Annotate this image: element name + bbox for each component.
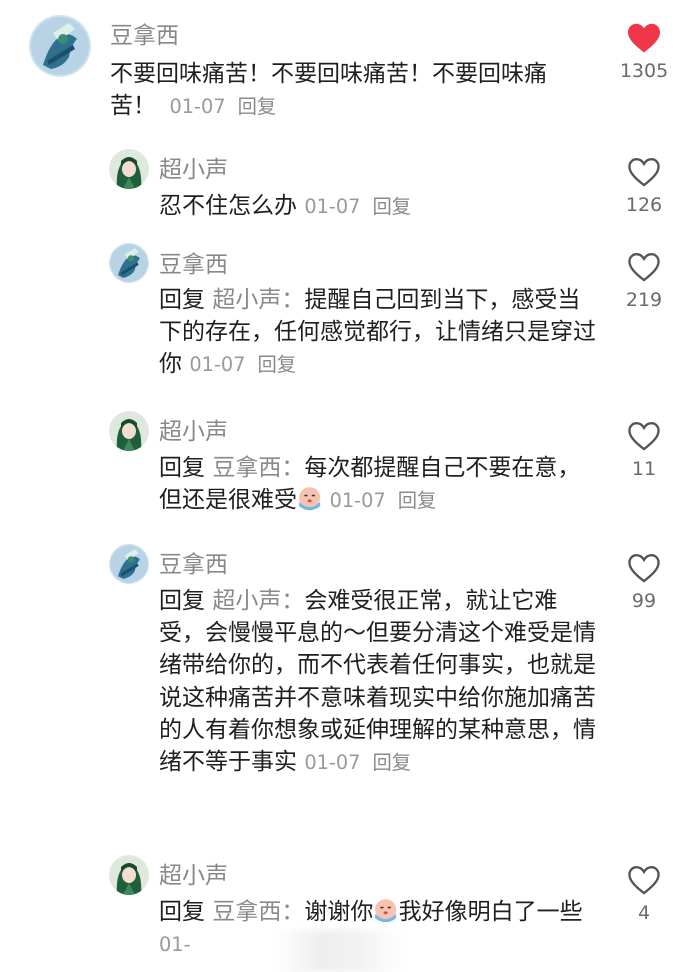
comment-date: 01-07: [304, 195, 361, 218]
reply-button[interactable]: 回复: [257, 353, 296, 376]
reply-button[interactable]: 回复: [372, 195, 411, 218]
like-count: 99: [631, 590, 657, 612]
like-count: 4: [637, 902, 651, 924]
comment-thread: 豆拿西 不要回味痛苦！不要回味痛苦！不要回味痛苦！ 01-07 回复 1305 超…: [0, 0, 690, 972]
username[interactable]: 豆拿西: [110, 16, 179, 50]
avatar-green-hair[interactable]: [109, 149, 149, 189]
heart-outline-icon: [628, 422, 660, 451]
comment-text: 回复 超小声：会难受很正常，就让它难受，会慢慢平息的～但要分清这个难受是情绪带给…: [159, 585, 599, 778]
comment-date: 01-07: [304, 750, 361, 774]
comment-text: 忍不住怎么办 01-07 回复: [159, 190, 599, 222]
green-hair-avatar-icon: [109, 855, 149, 895]
avatar-fairy[interactable]: [109, 243, 149, 283]
heart-filled-icon: [628, 23, 660, 53]
like-count: 1305: [619, 60, 669, 82]
like-button[interactable]: 4: [618, 864, 670, 924]
reply-target-user[interactable]: 超小声：: [212, 287, 304, 313]
like-button[interactable]: 1305: [618, 22, 670, 82]
comment-date: 01-07: [189, 353, 246, 377]
comment-body: 会难受很正常，就让它难受，会慢慢平息的～但要分清这个难受是情绪带给你的，而不代表…: [159, 588, 596, 775]
reply-button[interactable]: 回复: [238, 95, 277, 118]
comment-body: 忍不住怎么办: [159, 193, 297, 219]
reply-prefix: 回复: [159, 287, 205, 313]
reply-target-user[interactable]: 豆拿西：: [212, 899, 304, 925]
comment-body: 我好像明白了一些: [398, 899, 583, 925]
username[interactable]: 超小声: [159, 412, 228, 446]
comment-text: 回复 超小声：提醒自己回到当下，感受当下的存在，任何感觉都行，让情绪只是穿过你 …: [159, 284, 599, 381]
comment-text: 回复 豆拿西：每次都提醒自己不要在意，但还是很难受 01-07 回复: [159, 452, 599, 516]
reply-prefix: 回复: [159, 899, 205, 925]
like-button[interactable]: 99: [618, 552, 670, 612]
like-count: 126: [625, 194, 663, 216]
crying-face-emoji: [299, 487, 321, 511]
reply-button[interactable]: 回复: [398, 489, 437, 512]
like-button[interactable]: 219: [618, 251, 670, 311]
avatar-green-hair[interactable]: [109, 855, 149, 895]
heart-outline-icon: [628, 866, 660, 895]
comment-body-start: 谢谢你: [304, 899, 374, 925]
reply-target-user[interactable]: 豆拿西：: [212, 455, 304, 481]
reply-prefix: 回复: [159, 588, 205, 614]
username[interactable]: 豆拿西: [159, 545, 228, 579]
comment-date: 01-07: [329, 489, 386, 513]
comment-date: 01-07: [169, 95, 226, 119]
avatar-green-hair[interactable]: [109, 411, 149, 451]
heart-outline-icon: [628, 158, 660, 187]
username[interactable]: 超小声: [159, 856, 228, 890]
fairy-avatar-icon: [109, 544, 149, 584]
avatar-fairy[interactable]: [29, 15, 91, 77]
avatar-fairy[interactable]: [109, 544, 149, 584]
green-hair-avatar-icon: [109, 411, 149, 451]
watermark-blur: [274, 930, 406, 972]
comment-text: 不要回味痛苦！不要回味痛苦！不要回味痛苦！ 01-07 回复: [110, 58, 590, 122]
crying-face-emoji: [375, 899, 397, 923]
like-count: 219: [625, 289, 663, 311]
heart-outline-icon: [628, 253, 660, 282]
comment-date: 01-: [159, 933, 191, 957]
green-hair-avatar-icon: [109, 149, 149, 189]
like-count: 11: [631, 458, 657, 480]
fairy-avatar-icon: [109, 243, 149, 283]
like-button[interactable]: 126: [618, 156, 670, 216]
like-button[interactable]: 11: [618, 420, 670, 480]
username[interactable]: 豆拿西: [159, 245, 228, 279]
reply-prefix: 回复: [159, 455, 205, 481]
heart-outline-icon: [628, 554, 660, 583]
reply-target-user[interactable]: 超小声：: [212, 588, 304, 614]
reply-button[interactable]: 回复: [372, 751, 411, 774]
username[interactable]: 超小声: [159, 150, 228, 184]
fairy-avatar-icon: [29, 15, 91, 77]
